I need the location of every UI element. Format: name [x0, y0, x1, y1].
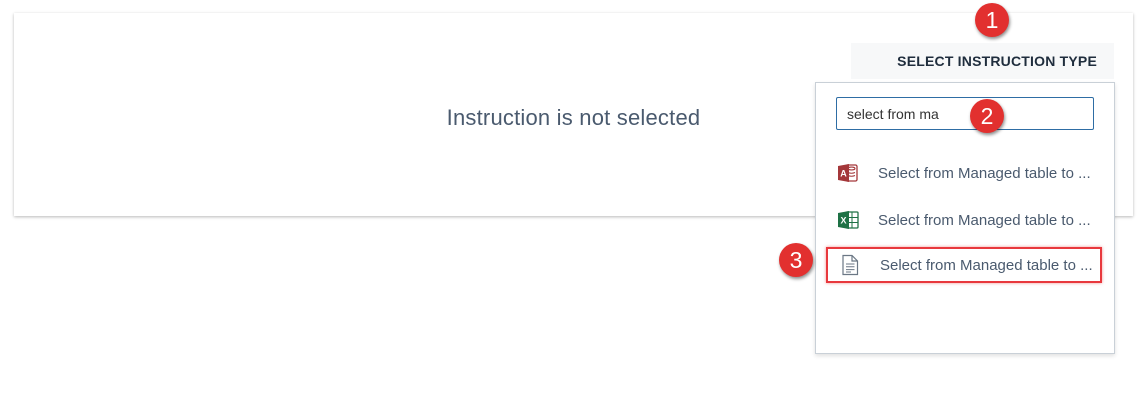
instruction-type-dropdown: A Select from Managed table to ... X Sel…: [815, 82, 1115, 354]
excel-icon: X: [836, 208, 860, 232]
option-label: Select from Managed table to ...: [878, 211, 1091, 229]
text-file-icon: [838, 253, 862, 277]
select-instruction-type-button[interactable]: SELECT INSTRUCTION TYPE: [851, 43, 1114, 79]
step-2-badge: 2: [970, 99, 1004, 133]
option-label: Select from Managed table to ...: [880, 256, 1093, 274]
svg-text:A: A: [840, 169, 847, 179]
option-access[interactable]: A Select from Managed table to ...: [826, 155, 1102, 191]
option-excel[interactable]: X Select from Managed table to ...: [826, 202, 1102, 238]
step-1-badge: 1: [975, 3, 1009, 37]
access-icon: A: [836, 161, 860, 185]
stage: Instruction is not selected SELECT INSTR…: [0, 0, 1142, 401]
step-3-badge: 3: [779, 243, 813, 277]
option-label: Select from Managed table to ...: [878, 164, 1091, 182]
option-text-file[interactable]: Select from Managed table to ...: [826, 247, 1102, 283]
instruction-type-search-input[interactable]: [836, 97, 1094, 130]
svg-text:X: X: [840, 216, 846, 226]
